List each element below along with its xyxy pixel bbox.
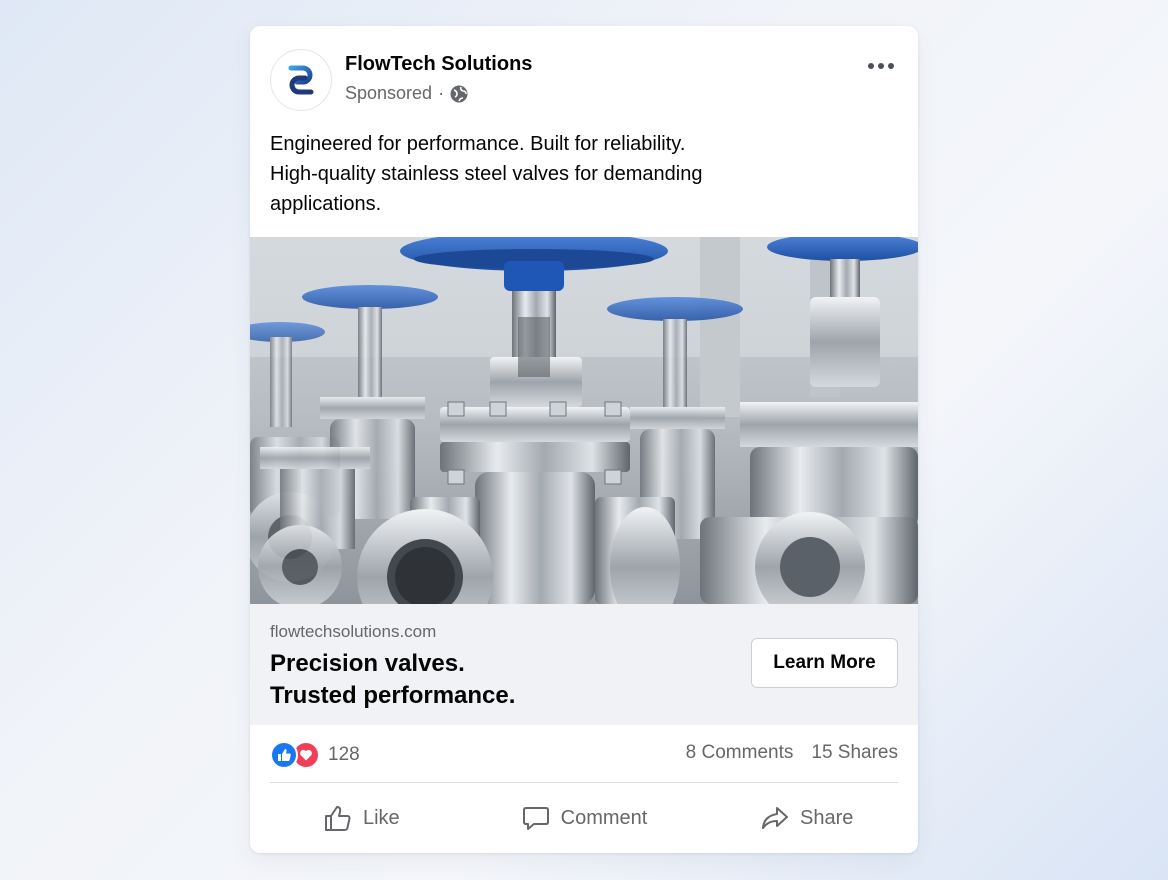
comment-label: Comment — [560, 806, 648, 829]
post-header: FlowTech Solutions Sponsored · — [250, 26, 918, 126]
thumbs-up-icon — [324, 806, 351, 831]
share-arrow-icon — [761, 807, 788, 829]
post-actions: Like Comment Share — [250, 783, 918, 853]
headline-line: Precision valves. — [270, 650, 465, 677]
comment-icon — [522, 807, 549, 830]
ad-image[interactable] — [250, 237, 918, 604]
learn-more-button[interactable]: Learn More — [751, 638, 898, 688]
page-name[interactable]: FlowTech Solutions — [345, 53, 532, 76]
stainless-valves-photo — [250, 237, 918, 604]
post-meta: Sponsored · — [345, 83, 468, 104]
link-domain: flowtechsolutions.com — [270, 622, 437, 641]
reactions-summary[interactable]: 128 — [270, 741, 360, 769]
link-preview[interactable]: flowtechsolutions.com Precision valves. … — [250, 604, 918, 725]
more-options-button[interactable] — [866, 56, 896, 76]
comments-count[interactable]: 8 Comments — [686, 742, 794, 764]
page-avatar[interactable] — [270, 49, 332, 111]
post-caption: Engineered for performance. Built for re… — [270, 129, 740, 219]
globe-icon — [450, 85, 468, 102]
like-button[interactable]: Like — [250, 783, 473, 853]
caption-line: High-quality stainless steel valves for … — [270, 163, 703, 185]
flowtech-logo-icon — [288, 65, 314, 95]
like-reaction-icon — [270, 741, 298, 769]
link-headline: Precision valves. Trusted performance. — [270, 648, 515, 712]
comment-button[interactable]: Comment — [473, 783, 696, 853]
shares-count[interactable]: 15 Shares — [811, 742, 898, 764]
reaction-count: 128 — [328, 744, 360, 765]
like-label: Like — [362, 806, 400, 829]
share-button[interactable]: Share — [695, 783, 918, 853]
meta-separator: · — [438, 83, 445, 103]
sponsored-post-card: FlowTech Solutions Sponsored · Engineere… — [250, 26, 918, 853]
headline-line: Trusted performance. — [270, 682, 516, 709]
caption-line: Engineered for performance. Built for re… — [270, 133, 686, 155]
share-label: Share — [799, 806, 854, 829]
sponsored-label[interactable]: Sponsored — [345, 83, 432, 104]
more-options-icon — [868, 63, 874, 69]
comment-share-counts: 8 Comments 15 Shares — [686, 742, 898, 764]
engagement-stats: 128 8 Comments 15 Shares — [270, 725, 898, 783]
caption-line: applications. — [270, 193, 382, 215]
